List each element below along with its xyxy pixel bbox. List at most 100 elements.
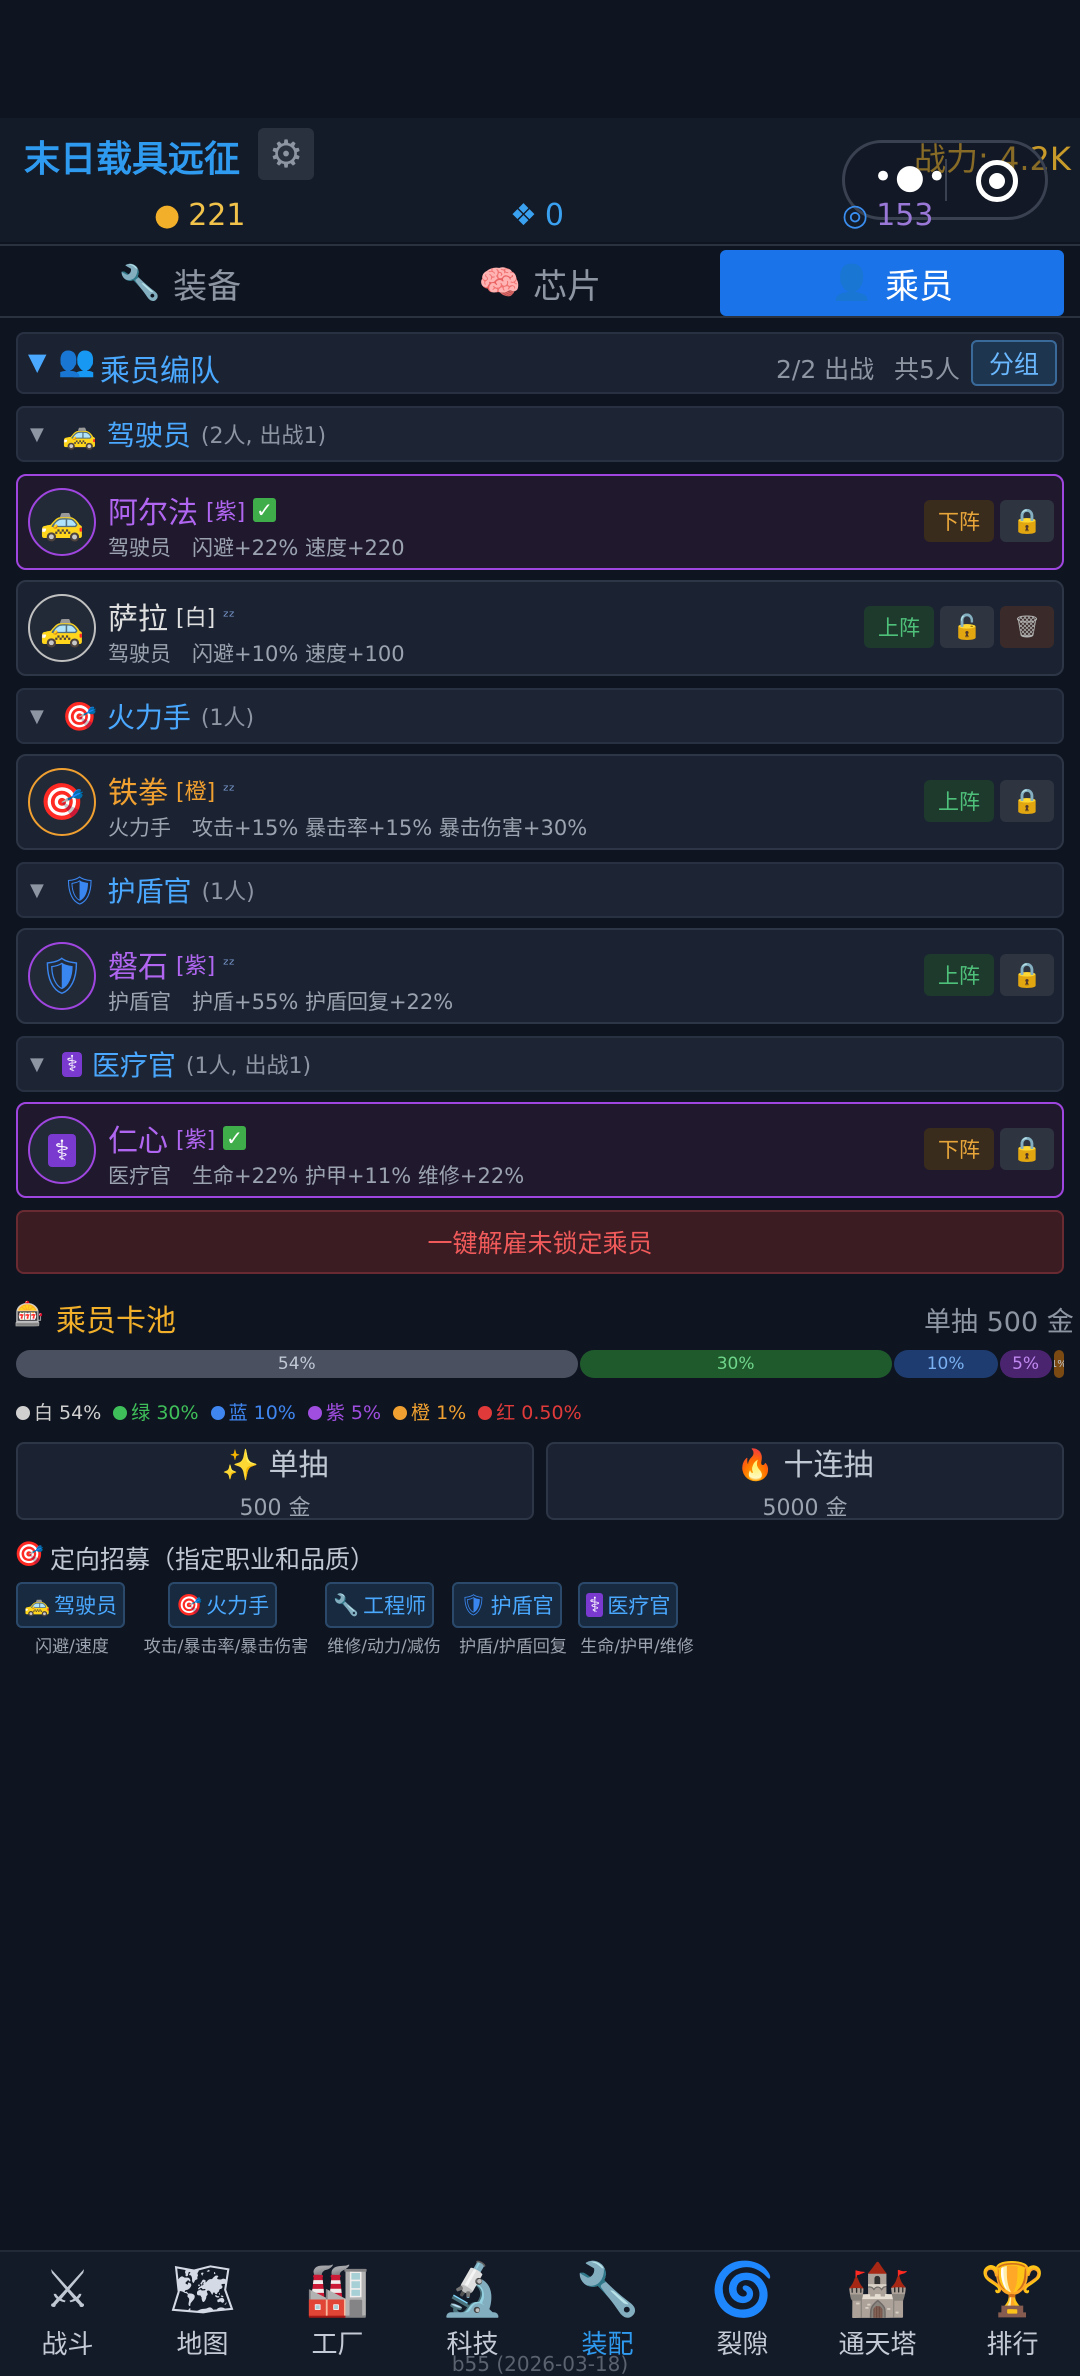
recruit-gunner-button[interactable]: 🎯 火力手 bbox=[168, 1582, 278, 1628]
collapse-arrow-icon[interactable]: ▼ bbox=[30, 1054, 52, 1075]
nav-tech[interactable]: 🔬 科技 bbox=[405, 2256, 540, 2361]
rate-segment: 30% bbox=[579, 1350, 892, 1378]
collapse-arrow-icon[interactable]: ▼ bbox=[30, 424, 52, 445]
formation-status: 2/2 出战 bbox=[776, 355, 875, 384]
tower-icon: 🏰 bbox=[845, 2260, 910, 2320]
group-header-gunner[interactable]: ▼ 🎯 火力手 (1人) bbox=[16, 688, 1064, 744]
recruit-medic-button[interactable]: ⚕ 医疗官 bbox=[578, 1582, 679, 1628]
pool-cost: 单抽 500 金 bbox=[924, 1307, 1074, 1338]
unassign-button[interactable]: 下阵 bbox=[924, 500, 994, 542]
rate-segment: 54% bbox=[16, 1350, 578, 1378]
nav-tower[interactable]: 🏰 通天塔 bbox=[810, 2256, 945, 2361]
assign-button[interactable]: 上阵 bbox=[924, 954, 994, 996]
target-icon: 🎯 bbox=[62, 699, 97, 733]
coin-icon: ● bbox=[154, 198, 181, 233]
collapse-arrow-icon[interactable]: ▼ bbox=[30, 880, 52, 901]
formation-total: 共5人 bbox=[894, 355, 960, 384]
tab-bar: 🔧 装备 🧠 芯片 👤 乘员 bbox=[0, 246, 1080, 318]
lock-icon[interactable]: 🔒 bbox=[1000, 954, 1054, 996]
assign-button[interactable]: 上阵 bbox=[864, 606, 934, 648]
group-header-shield[interactable]: ▼ 🛡 护盾官 (1人) bbox=[16, 862, 1064, 918]
lock-icon[interactable]: 🔒 bbox=[1000, 1128, 1054, 1170]
check-icon: ✓ bbox=[253, 498, 276, 522]
tab-crew[interactable]: 👤 乘员 bbox=[720, 250, 1064, 316]
microscope-icon: 🔬 bbox=[440, 2260, 505, 2320]
group-header-medic[interactable]: ▼ ⚕ 医疗官 (1人, 出战1) bbox=[16, 1036, 1064, 1092]
coin-resource: ● 221 bbox=[154, 198, 246, 233]
dismiss-unlocked-button[interactable]: 一键解雇未锁定乘员 bbox=[16, 1210, 1064, 1274]
rate-segment: 1% bbox=[1053, 1350, 1064, 1378]
lock-icon[interactable]: 🔓 bbox=[940, 606, 994, 648]
rift-icon: 🌀 bbox=[710, 2260, 775, 2320]
legend-blue: 蓝 10% bbox=[210, 1398, 296, 1425]
target-icon: 🎯 bbox=[39, 782, 85, 823]
crew-card-renxin[interactable]: ⚕ 仁心 [紫] ✓ 医疗官 生命+22% 护甲+11% 维修+22% 下阵 🔒 bbox=[16, 1102, 1064, 1198]
lock-icon[interactable]: 🔒 bbox=[1000, 780, 1054, 822]
group-button[interactable]: 分组 bbox=[971, 340, 1057, 386]
tab-chips[interactable]: 🧠 芯片 bbox=[370, 250, 710, 316]
formation-header[interactable]: ▼ 👥 乘员编队 2/2 出战 共5人 分组 bbox=[16, 332, 1064, 394]
unassign-button[interactable]: 下阵 bbox=[924, 1128, 994, 1170]
crew-card-iron-fist[interactable]: 🎯 铁拳 [橙] ᶻᶻ 火力手 攻击+15% 暴击率+15% 暴击伤害+30% … bbox=[16, 754, 1064, 850]
tab-equipment[interactable]: 🔧 装备 bbox=[10, 250, 350, 316]
target-icon: 🎯 bbox=[14, 1540, 44, 1568]
medical-icon: ⚕ bbox=[62, 1051, 82, 1077]
rate-segment: 5% bbox=[999, 1350, 1052, 1378]
rarity-rate-bar: 54%30%10%5%1% bbox=[16, 1350, 1064, 1378]
factory-icon: 🏭 bbox=[305, 2260, 370, 2320]
collapse-arrow-icon[interactable]: ▼ bbox=[28, 348, 46, 376]
ten-draw-button[interactable]: 🔥 十连抽 5000 金 bbox=[546, 1442, 1064, 1521]
recruit-driver-button[interactable]: 🚕 驾驶员 bbox=[16, 1582, 126, 1628]
divider bbox=[0, 316, 1080, 318]
gem-icon: ❖ bbox=[510, 198, 537, 233]
rate-segment: 10% bbox=[893, 1350, 998, 1378]
legend-white: 白 54% bbox=[16, 1398, 101, 1425]
capsule-divider bbox=[945, 159, 947, 201]
slot-machine-icon: 🎰 bbox=[14, 1300, 44, 1328]
target-icon: 🎯 bbox=[176, 1592, 203, 1617]
gem-resource: ❖ 0 bbox=[510, 198, 564, 233]
nav-assembly[interactable]: 🔧 装配 bbox=[540, 2256, 675, 2361]
recruit-engineer-button[interactable]: 🔧 工程师 bbox=[325, 1582, 435, 1628]
recruit-shield-button[interactable]: 🛡 护盾官 bbox=[452, 1582, 562, 1628]
group-header-driver[interactable]: ▼ 🚕 驾驶员 (2人, 出战1) bbox=[16, 406, 1064, 462]
assign-button[interactable]: 上阵 bbox=[924, 780, 994, 822]
medical-icon: ⚕ bbox=[586, 1593, 604, 1617]
car-icon: 🚕 bbox=[39, 502, 85, 543]
avatar: ⚕ bbox=[28, 1116, 96, 1184]
shield-icon: 🛡 bbox=[39, 956, 85, 997]
single-draw-button[interactable]: ✨ 单抽 500 金 bbox=[16, 1442, 534, 1521]
trophy-icon: 🏆 bbox=[980, 2260, 1045, 2320]
more-icon[interactable]: •●• bbox=[873, 157, 949, 197]
nav-battle[interactable]: ⚔ 战斗 bbox=[0, 2256, 135, 2361]
wrench-icon: 🔧 bbox=[118, 263, 162, 303]
crew-card-alpha[interactable]: 🚕 阿尔法 [紫] ✓ 驾驶员 闪避+22% 速度+220 下阵 🔒 bbox=[16, 474, 1064, 570]
crew-card-sara[interactable]: 🚕 萨拉 [白] ᶻᶻ 驾驶员 闪避+10% 速度+100 上阵 🔓 🗑 bbox=[16, 580, 1064, 676]
crew-group-icon: 👥 bbox=[58, 344, 96, 379]
car-icon: 🚕 bbox=[62, 417, 97, 451]
shield-icon: 🛡 bbox=[460, 1592, 487, 1617]
rarity-legend: 白 54% 绿 30% 蓝 10% 紫 5% 橙 1% 红 0.50% bbox=[16, 1398, 582, 1425]
lock-icon[interactable]: 🔒 bbox=[1000, 500, 1054, 542]
nav-rift[interactable]: 🌀 裂隙 bbox=[675, 2256, 810, 2361]
wrench-icon: 🔧 bbox=[333, 1592, 360, 1617]
sleep-icon: ᶻᶻ bbox=[223, 606, 235, 626]
collapse-arrow-icon[interactable]: ▼ bbox=[30, 706, 52, 727]
app-title: 末日载具远征 bbox=[24, 139, 241, 180]
avatar: 🎯 bbox=[28, 768, 96, 836]
trash-icon[interactable]: 🗑 bbox=[1000, 606, 1054, 648]
close-circle-icon[interactable] bbox=[976, 160, 1018, 202]
swords-icon: ⚔ bbox=[44, 2260, 91, 2320]
crew-card-rock[interactable]: 🛡 磐石 [紫] ᶻᶻ 护盾官 护盾+55% 护盾回复+22% 上阵 🔒 bbox=[16, 928, 1064, 1024]
nav-map[interactable]: 🗺 地图 bbox=[135, 2256, 270, 2361]
recruit-title: 定向招募（指定职业和品质） bbox=[50, 1545, 376, 1574]
version-label: b55 (2026-03-18) bbox=[451, 2352, 629, 2376]
nav-factory[interactable]: 🏭 工厂 bbox=[270, 2256, 405, 2361]
crew-icon: 👤 bbox=[830, 263, 874, 303]
nav-ranking[interactable]: 🏆 排行 bbox=[945, 2256, 1080, 2361]
gear-icon[interactable]: ⚙ bbox=[258, 128, 314, 180]
legend-orange: 橙 1% bbox=[393, 1398, 466, 1425]
shield-icon: 🛡 bbox=[62, 873, 98, 907]
fire-icon: 🔥 bbox=[736, 1448, 774, 1483]
sleep-icon: ᶻᶻ bbox=[223, 954, 235, 974]
